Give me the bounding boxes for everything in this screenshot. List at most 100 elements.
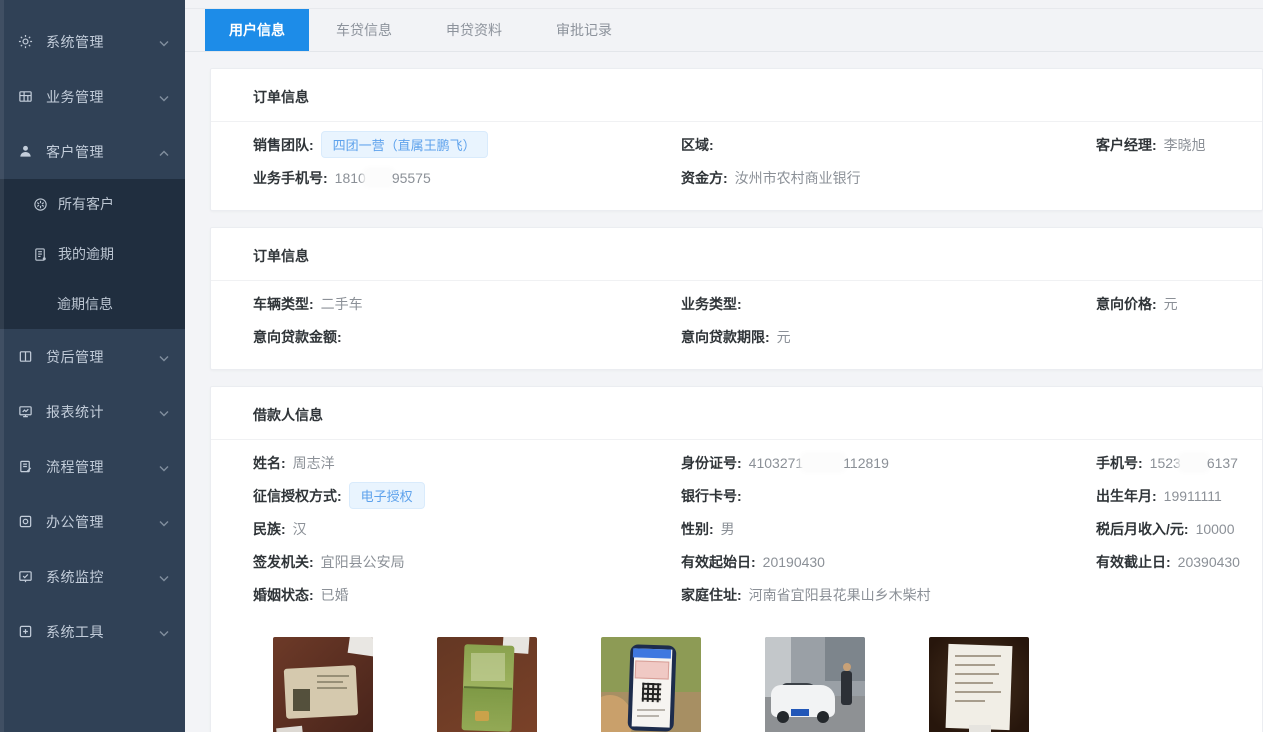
- credit-auth-tag: 电子授权: [349, 482, 425, 509]
- handwritten-document-photo-thumbnail[interactable]: [929, 637, 1029, 732]
- field-sales-team: 销售团队: 四团一营（直属王鹏飞）: [253, 131, 681, 158]
- sidebar-item-all-customers[interactable]: 所有客户: [0, 179, 185, 229]
- divider: [211, 121, 1262, 122]
- field-value-masked: 181095575: [335, 170, 431, 186]
- field-value: 元: [1164, 294, 1178, 314]
- field-id-number: 身份证号: 4103271112819: [681, 453, 1096, 473]
- field-label: 业务手机号:: [253, 168, 328, 188]
- field-row: 签发机关: 宜阳县公安局 有效起始日: 20190430 有效截止日: 2039…: [253, 545, 1262, 578]
- field-value: 周志洋: [293, 453, 335, 473]
- tab-car-loan-info[interactable]: 车贷信息: [309, 9, 419, 51]
- sidebar-item-report-stats[interactable]: 报表统计: [0, 384, 185, 439]
- chevron-down-icon: [159, 459, 169, 475]
- field-funder: 资金方: 汝州市农村商业银行: [681, 168, 1096, 188]
- divider: [211, 439, 1262, 440]
- chevron-down-icon: [159, 89, 169, 105]
- field-phone: 手机号: 15236137: [1096, 453, 1262, 473]
- field-home-address: 家庭住址: 河南省宜阳县花果山乡木柴村: [681, 585, 1096, 605]
- page-body[interactable]: 订单信息 销售团队: 四团一营（直属王鹏飞） 区域: 客户经理: 李晓旭: [185, 52, 1263, 732]
- field-customer-manager: 客户经理: 李晓旭: [1096, 135, 1262, 155]
- field-birth: 出生年月: 19911111: [1096, 486, 1262, 506]
- field-value: 10000: [1196, 521, 1235, 537]
- sidebar-item-business-mgmt[interactable]: 业务管理: [0, 69, 185, 124]
- field-value: 男: [721, 519, 735, 539]
- field-value: 元: [777, 327, 791, 347]
- field-label: 区域:: [681, 135, 714, 155]
- customer-mgmt-submenu: 所有客户 我的逾期 逾期信息: [0, 179, 185, 329]
- tools-icon: [18, 624, 33, 639]
- drivers-license-photo-thumbnail[interactable]: [437, 637, 537, 732]
- field-label: 手机号:: [1096, 453, 1143, 473]
- book-icon: [18, 349, 33, 364]
- field-value: 19911111: [1164, 488, 1222, 504]
- tab-loan-application-docs[interactable]: 申贷资料: [419, 9, 529, 51]
- sidebar-item-label: 客户管理: [46, 142, 104, 162]
- field-row: 姓名: 周志洋 身份证号: 4103271112819 手机号: 1523613…: [253, 446, 1262, 479]
- sidebar-item-office-mgmt[interactable]: 办公管理: [0, 494, 185, 549]
- photo-item: 征信授权: [601, 637, 701, 732]
- field-label: 客户经理:: [1096, 135, 1157, 155]
- sidebar-item-overdue-info[interactable]: 逾期信息: [0, 279, 185, 329]
- field-label: 婚姻状态:: [253, 585, 314, 605]
- sidebar-item-system-monitor[interactable]: 系统监控: [0, 549, 185, 604]
- sidebar-item-label: 贷后管理: [46, 347, 104, 367]
- field-row: 业务手机号: 181095575 资金方: 汝州市农村商业银行: [253, 161, 1262, 194]
- order-info-card-2: 订单信息 车辆类型: 二手车 业务类型: 意向价格: 元 意向贷款金额:: [210, 227, 1263, 370]
- field-valid-start: 有效起始日: 20190430: [681, 552, 1096, 572]
- main-content: 用户信息 车贷信息 申贷资料 审批记录 订单信息 销售团队: 四团一营（直属王鹏…: [185, 0, 1263, 732]
- field-vehicle-type: 车辆类型: 二手车: [253, 294, 681, 314]
- field-value: 汉: [293, 519, 307, 539]
- customers-icon: [33, 197, 48, 212]
- photo-item: 人车合影: [765, 637, 865, 732]
- field-label: 有效截止日:: [1096, 552, 1171, 572]
- field-label: 资金方:: [681, 168, 728, 188]
- id-card-photo-thumbnail[interactable]: [273, 637, 373, 732]
- sidebar-item-label: 系统管理: [46, 32, 104, 52]
- sidebar-item-customer-mgmt[interactable]: 客户管理: [0, 124, 185, 179]
- sidebar-item-system-mgmt[interactable]: 系统管理: [0, 14, 185, 69]
- field-label: 车辆类型:: [253, 294, 314, 314]
- chevron-down-icon: [159, 34, 169, 50]
- field-label: 有效起始日:: [681, 552, 756, 572]
- tab-approval-records[interactable]: 审批记录: [529, 9, 639, 51]
- sidebar-item-my-overdue[interactable]: 我的逾期: [0, 229, 185, 279]
- sidebar-item-workflow-mgmt[interactable]: 流程管理: [0, 439, 185, 494]
- field-business-phone: 业务手机号: 181095575: [253, 168, 681, 188]
- field-issuer: 签发机关: 宜阳县公安局: [253, 552, 681, 572]
- field-label: 业务类型:: [681, 294, 742, 314]
- sidebar-item-label: 报表统计: [46, 402, 104, 422]
- photo-item: 身份证: [273, 637, 373, 732]
- field-row: 车辆类型: 二手车 业务类型: 意向价格: 元: [253, 287, 1262, 320]
- sales-team-tag: 四团一营（直属王鹏飞）: [321, 131, 488, 158]
- sidebar-item-postloan-mgmt[interactable]: 贷后管理: [0, 329, 185, 384]
- field-region: 区域:: [681, 135, 1096, 155]
- card-title: 订单信息: [253, 87, 1262, 107]
- field-name: 姓名: 周志洋: [253, 453, 681, 473]
- privacy-blur: [366, 170, 392, 185]
- field-intent-price: 意向价格: 元: [1096, 294, 1262, 314]
- field-value: 20190430: [763, 554, 825, 570]
- chevron-down-icon: [159, 624, 169, 640]
- field-label: 性别:: [681, 519, 714, 539]
- workflow-icon: [18, 459, 33, 474]
- field-label: 出生年月:: [1096, 486, 1157, 506]
- field-income: 税后月收入/元: 10000: [1096, 519, 1262, 539]
- field-business-type: 业务类型:: [681, 294, 1096, 314]
- chevron-down-icon: [159, 404, 169, 420]
- person-with-car-photo-thumbnail[interactable]: [765, 637, 865, 732]
- field-row: 销售团队: 四团一营（直属王鹏飞） 区域: 客户经理: 李晓旭: [253, 128, 1262, 161]
- phone-qr-auth-photo-thumbnail[interactable]: [601, 637, 701, 732]
- sidebar-item-label: 系统监控: [46, 567, 104, 587]
- card-title: 借款人信息: [253, 405, 1262, 425]
- sidebar-item-label: 办公管理: [46, 512, 104, 532]
- office-icon: [18, 514, 33, 529]
- sidebar-item-label: 我的逾期: [58, 244, 114, 264]
- field-intent-loan-amount: 意向贷款金额:: [253, 327, 681, 347]
- sidebar-item-label: 逾期信息: [57, 294, 113, 314]
- field-label: 税后月收入/元:: [1096, 519, 1189, 539]
- tab-user-info[interactable]: 用户信息: [205, 9, 309, 51]
- field-label: 销售团队:: [253, 135, 314, 155]
- sidebar-item-system-tools[interactable]: 系统工具: [0, 604, 185, 659]
- divider: [211, 280, 1262, 281]
- field-value: 李晓旭: [1164, 135, 1206, 155]
